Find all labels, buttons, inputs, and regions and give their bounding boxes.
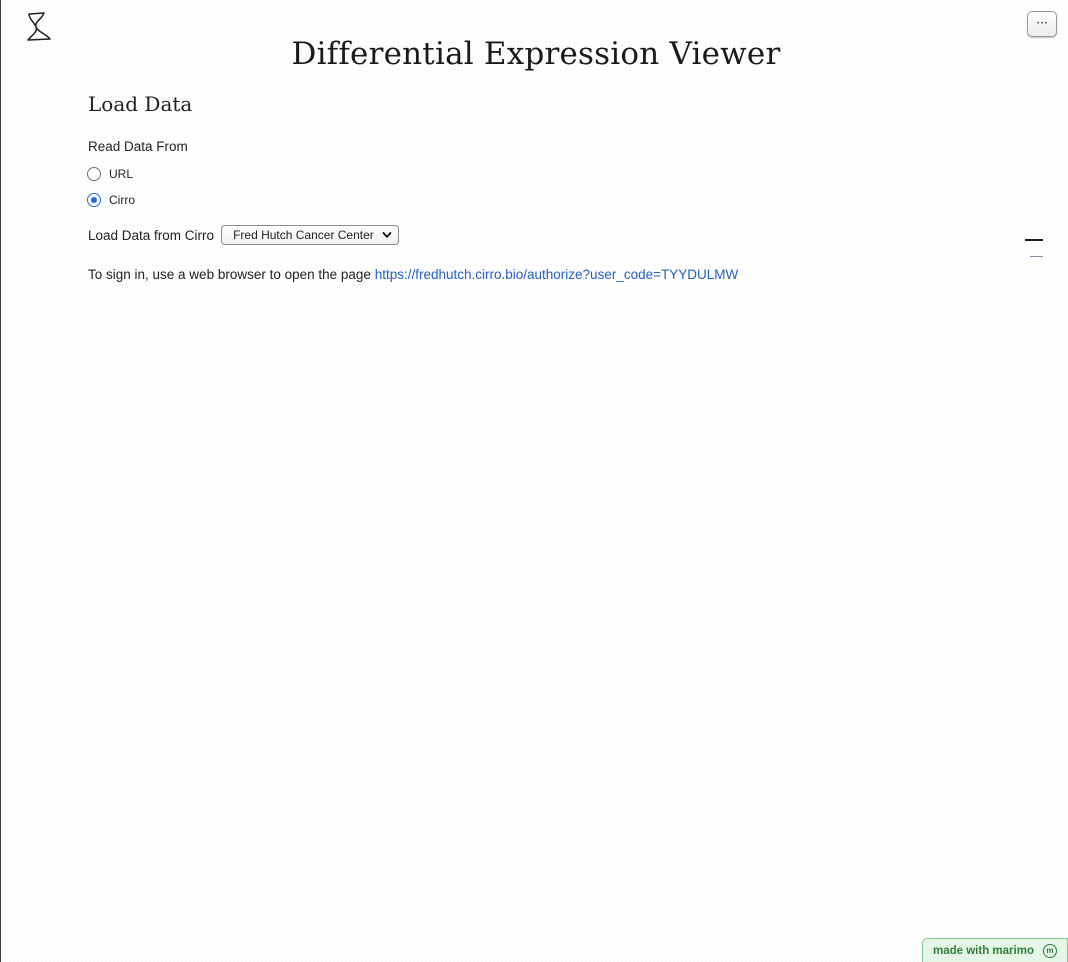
outline-marker[interactable] <box>1025 239 1043 241</box>
radio-option-label: URL <box>109 167 134 181</box>
cirro-authorize-link[interactable]: https://fredhutch.cirro.bio/authorize?us… <box>375 267 739 282</box>
page-title: Differential Expression Viewer <box>291 36 781 72</box>
app-menu-button[interactable]: ··· <box>1027 11 1057 37</box>
marimo-icon: m <box>1042 943 1057 958</box>
select-value: Fred Hutch Cancer Center <box>233 228 374 242</box>
outline-marker[interactable] <box>1030 256 1043 257</box>
window-edge <box>0 0 1 962</box>
cirro-institution-select[interactable]: Fred Hutch Cancer Center <box>221 225 399 245</box>
radio-option-label: Cirro <box>109 193 135 207</box>
radio-button-cirro[interactable] <box>87 193 101 207</box>
radio-button-url[interactable] <box>87 167 101 181</box>
cirro-select-label: Load Data from Cirro <box>88 227 215 243</box>
load-data-heading: Load Data <box>88 92 193 116</box>
cirro-source-row: Load Data from Cirro Fred Hutch Cancer C… <box>88 225 399 245</box>
chevron-down-icon <box>382 230 392 240</box>
made-with-marimo-badge[interactable]: made with marimo m <box>922 938 1068 962</box>
signin-text: To sign in, use a web browser to open th… <box>88 267 375 282</box>
read-data-from-label: Read Data From <box>88 139 188 154</box>
signin-instructions: To sign in, use a web browser to open th… <box>88 267 738 282</box>
badge-label: made with marimo <box>933 944 1034 957</box>
radio-option-url[interactable]: URL <box>87 167 133 181</box>
radio-option-cirro[interactable]: Cirro <box>87 193 135 207</box>
